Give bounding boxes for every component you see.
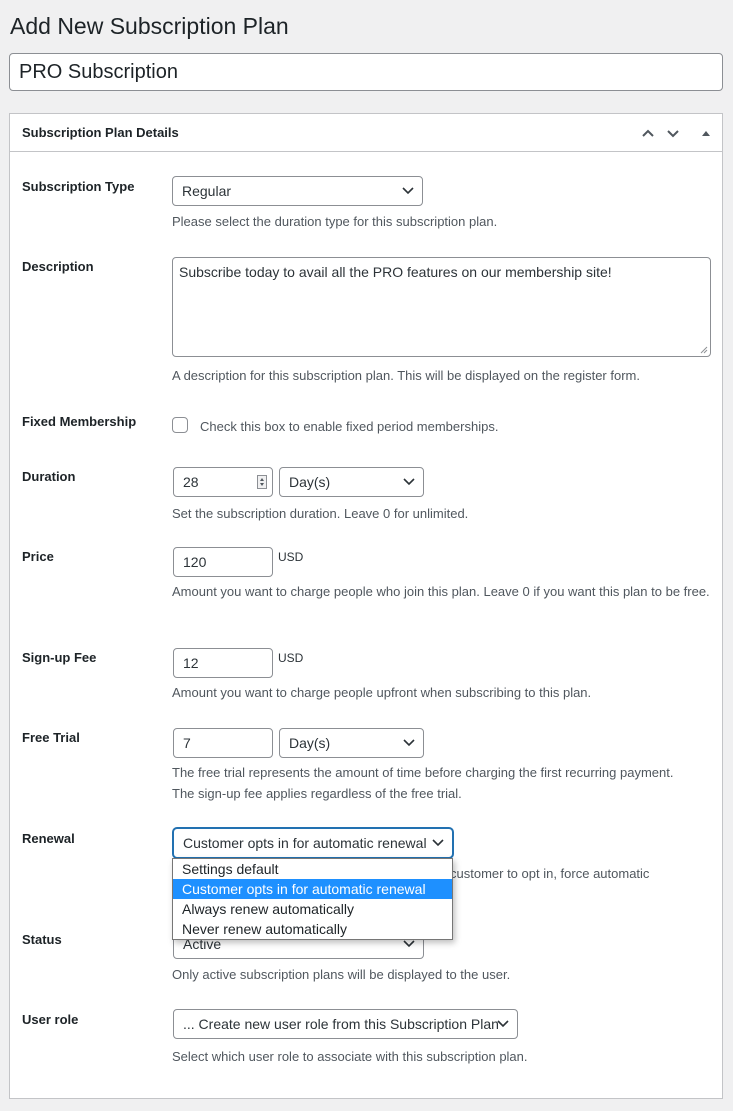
status-label: Status bbox=[22, 932, 62, 947]
description-label: Description bbox=[22, 259, 94, 274]
renewal-dropdown-list: Settings default Customer opts in for au… bbox=[172, 858, 453, 940]
subscription-type-description: Please select the duration type for this… bbox=[172, 214, 498, 229]
free-trial-input[interactable]: 7 bbox=[173, 728, 273, 758]
user-role-label: User role bbox=[22, 1012, 79, 1027]
renewal-option-customer-opts-in[interactable]: Customer opts in for automatic renewal bbox=[173, 879, 452, 899]
subscription-type-value: Regular bbox=[182, 183, 232, 199]
subscription-plan-details-box: Subscription Plan Details Subscription T… bbox=[9, 113, 723, 1099]
description-help: A description for this subscription plan… bbox=[172, 368, 640, 383]
chevron-down-icon bbox=[667, 130, 679, 138]
signup-fee-value: 12 bbox=[183, 655, 199, 671]
chevron-down-icon bbox=[403, 940, 415, 948]
move-up-button[interactable] bbox=[638, 123, 658, 143]
page-title: Add New Subscription Plan bbox=[10, 13, 289, 39]
fixed-membership-checkbox[interactable] bbox=[172, 417, 188, 433]
plan-name-input[interactable]: PRO Subscription bbox=[9, 53, 723, 91]
price-value: 120 bbox=[183, 554, 207, 570]
user-role-description: Select which user role to associate with… bbox=[172, 1049, 528, 1064]
metabox-header: Subscription Plan Details bbox=[10, 114, 722, 152]
renewal-option-never-renew[interactable]: Never renew automatically bbox=[173, 919, 452, 939]
description-textarea[interactable]: Subscribe today to avail all the PRO fea… bbox=[172, 257, 711, 357]
free-trial-unit-value: Day(s) bbox=[289, 735, 331, 751]
user-role-select[interactable]: ... Create new user role from this Subsc… bbox=[173, 1009, 518, 1039]
move-down-button[interactable] bbox=[663, 123, 683, 143]
resize-handle-icon bbox=[700, 346, 708, 354]
triangle-up-icon bbox=[702, 131, 710, 136]
duration-label: Duration bbox=[22, 469, 76, 484]
renewal-label: Renewal bbox=[22, 831, 75, 846]
renewal-select[interactable]: Customer opts in for automatic renewal bbox=[173, 828, 453, 858]
user-role-value: ... Create new user role from this Subsc… bbox=[183, 1016, 499, 1032]
toggle-panel-button[interactable] bbox=[696, 123, 716, 143]
duration-value: 28 bbox=[183, 474, 199, 490]
metabox-title: Subscription Plan Details bbox=[22, 125, 179, 140]
renewal-description: customer to opt in, force automatic bbox=[450, 866, 650, 881]
price-input[interactable]: 120 bbox=[173, 547, 273, 577]
status-description: Only active subscription plans will be d… bbox=[172, 967, 511, 982]
free-trial-unit-select[interactable]: Day(s) bbox=[279, 728, 424, 758]
duration-unit-select[interactable]: Day(s) bbox=[279, 467, 424, 497]
signup-fee-currency: USD bbox=[278, 651, 304, 665]
signup-fee-label: Sign-up Fee bbox=[22, 650, 97, 665]
fixed-membership-checkbox-label[interactable]: Check this box to enable fixed period me… bbox=[200, 416, 498, 437]
chevron-down-icon bbox=[403, 478, 415, 486]
chevron-down-icon bbox=[497, 1020, 509, 1028]
chevron-down-icon bbox=[403, 739, 415, 747]
chevron-up-icon bbox=[642, 129, 654, 137]
duration-description: Set the subscription duration. Leave 0 f… bbox=[172, 506, 469, 521]
chevron-down-icon bbox=[432, 839, 444, 847]
renewal-option-always-renew[interactable]: Always renew automatically bbox=[173, 899, 452, 919]
chevron-down-icon bbox=[402, 187, 414, 195]
description-value: Subscribe today to avail all the PRO fea… bbox=[179, 264, 612, 280]
free-trial-value: 7 bbox=[183, 735, 191, 751]
free-trial-label: Free Trial bbox=[22, 730, 80, 745]
signup-fee-input[interactable]: 12 bbox=[173, 648, 273, 678]
price-currency: USD bbox=[278, 550, 304, 564]
renewal-value: Customer opts in for automatic renewal bbox=[183, 835, 427, 851]
duration-unit-value: Day(s) bbox=[289, 474, 331, 490]
subscription-type-select[interactable]: Regular bbox=[172, 176, 423, 206]
signup-fee-description: Amount you want to charge people upfront… bbox=[172, 685, 592, 700]
spinner-icon bbox=[257, 475, 267, 489]
price-label: Price bbox=[22, 549, 54, 564]
free-trial-description: The free trial represents the amount of … bbox=[172, 765, 674, 801]
renewal-option-settings-default[interactable]: Settings default bbox=[173, 859, 452, 879]
fixed-membership-label: Fixed Membership bbox=[22, 414, 137, 429]
price-description: Amount you want to charge people who joi… bbox=[172, 584, 710, 599]
subscription-type-label: Subscription Type bbox=[22, 179, 135, 194]
duration-input[interactable]: 28 bbox=[173, 467, 273, 497]
